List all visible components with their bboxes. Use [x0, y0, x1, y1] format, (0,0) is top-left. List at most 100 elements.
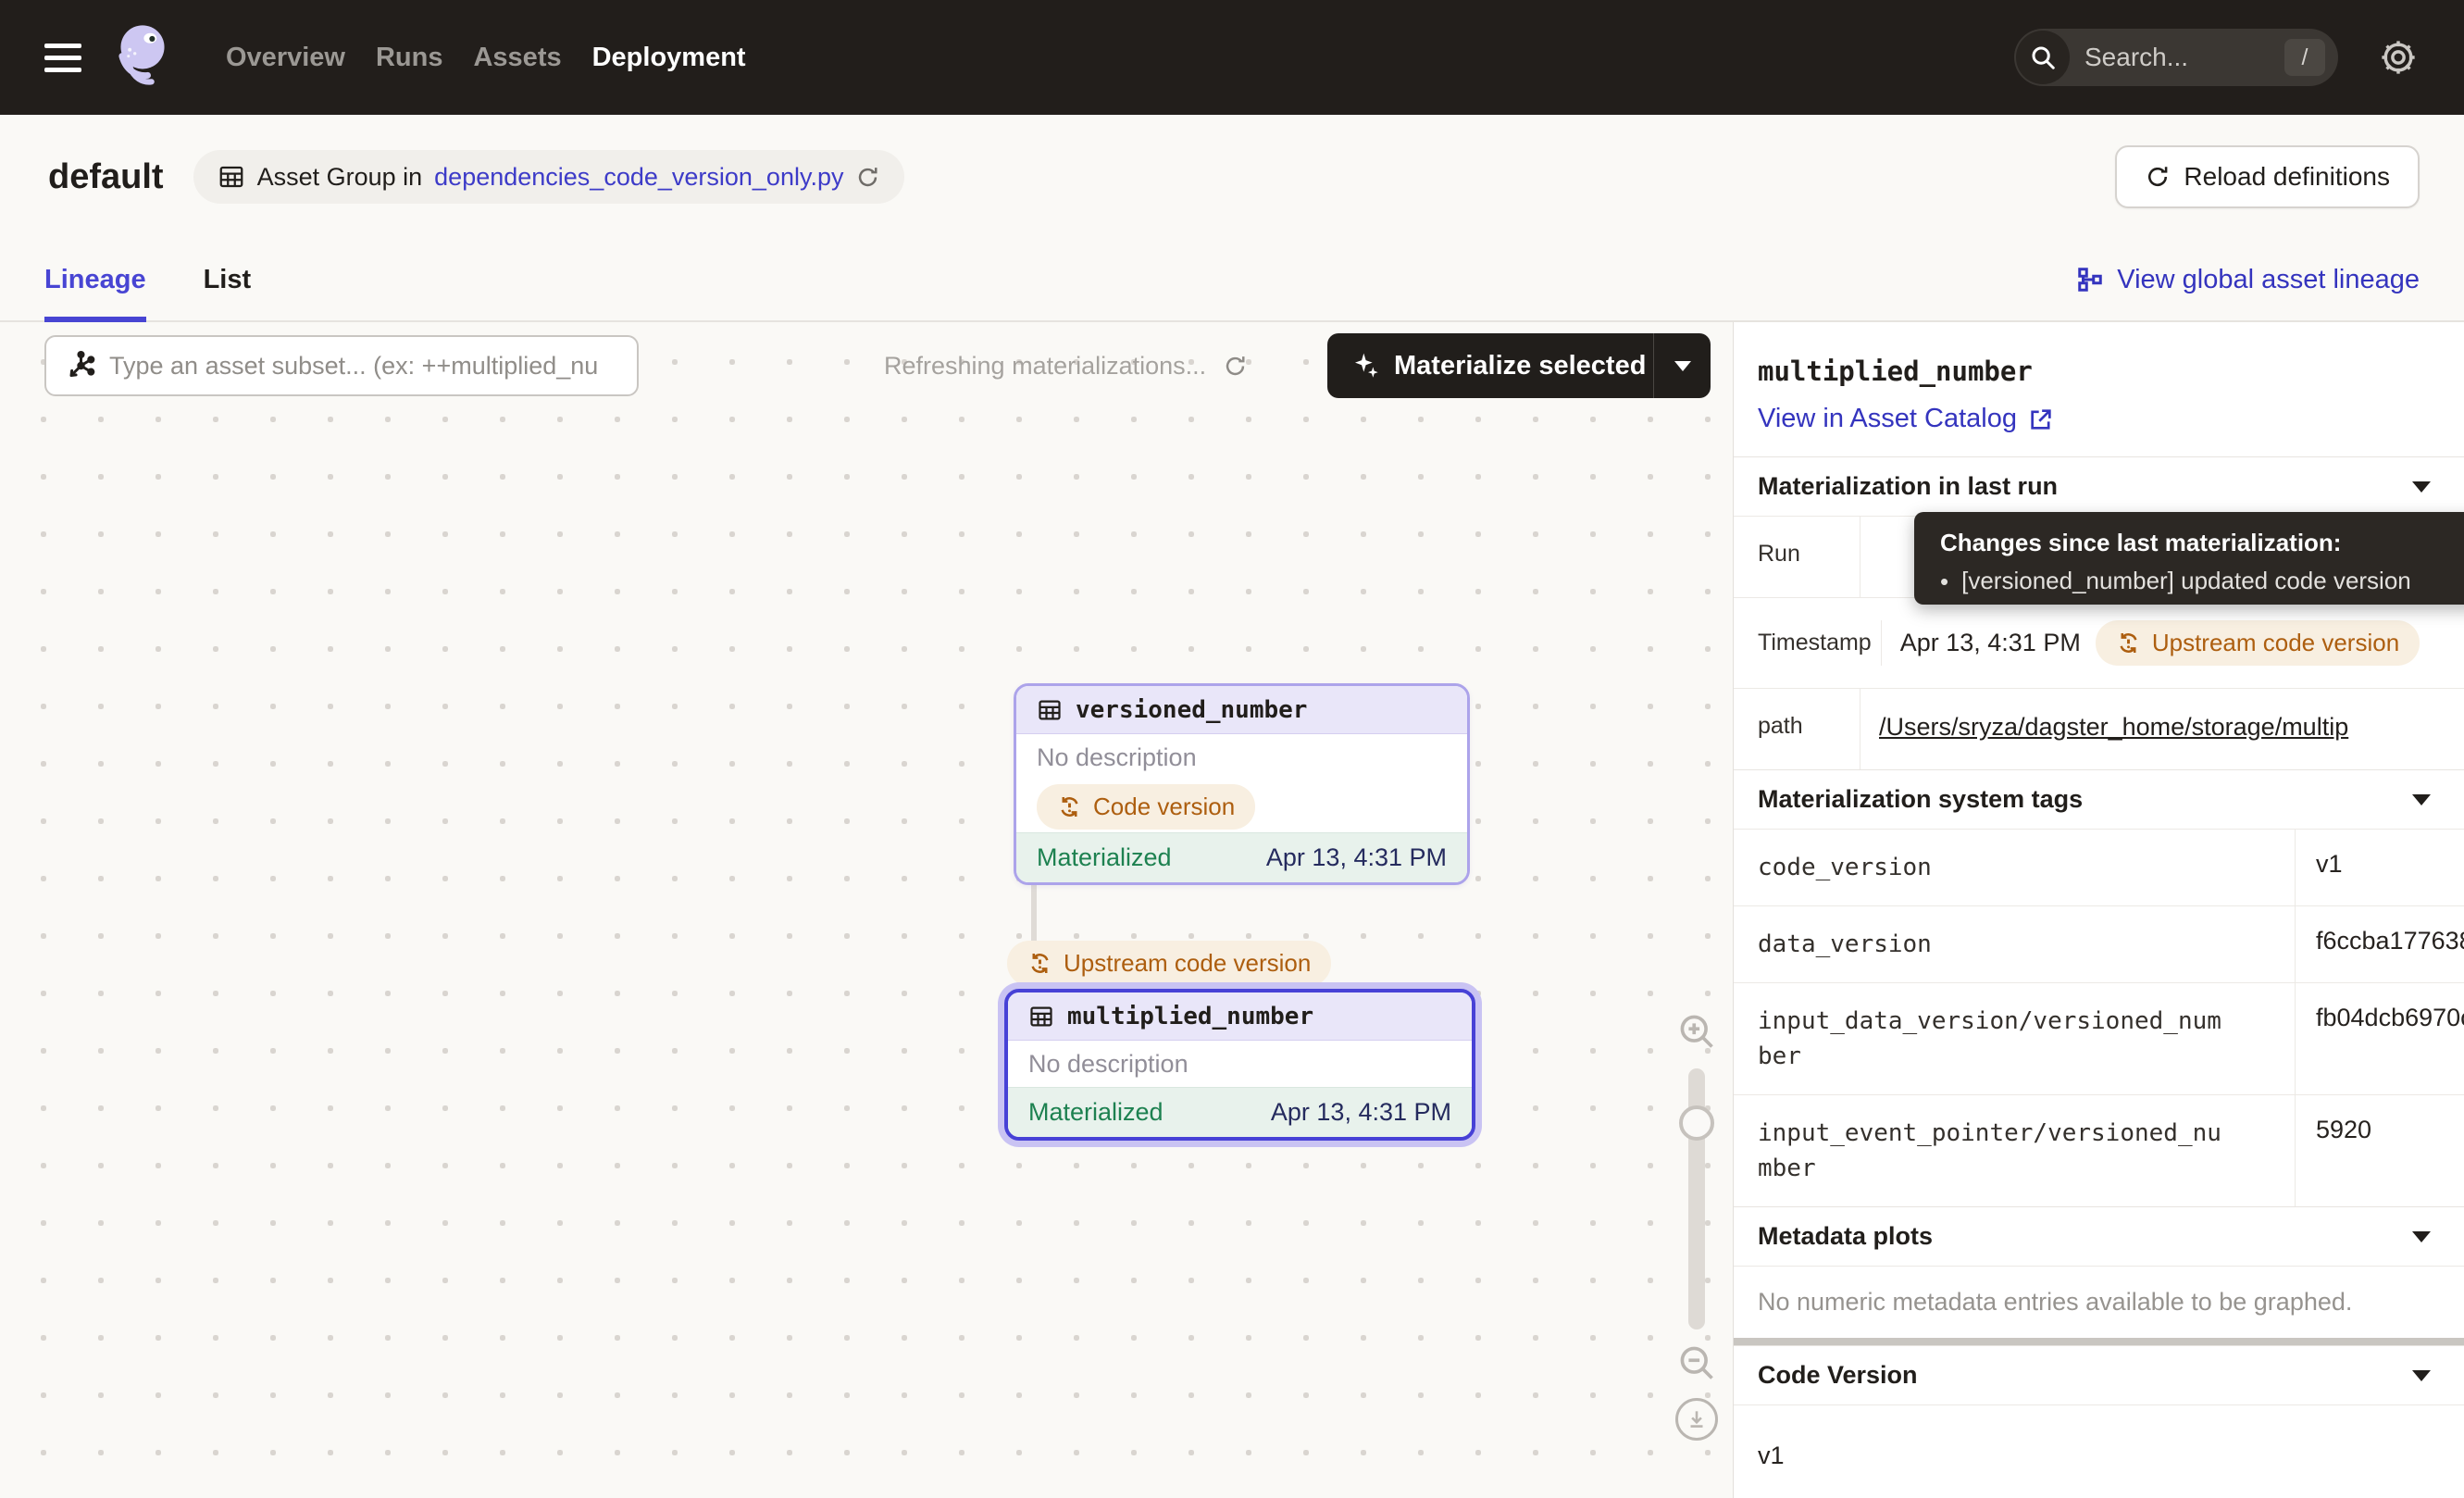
- graph-zoom-controls: [1668, 1011, 1725, 1441]
- asset-node-versioned-number[interactable]: versioned_number No description Code ver…: [1014, 683, 1470, 885]
- upstream-chip-label: Upstream code version: [2152, 629, 2399, 657]
- run-label: Run: [1734, 517, 1860, 597]
- zoom-in-icon[interactable]: [1676, 1011, 1717, 1052]
- section-metadata-plots[interactable]: Metadata plots: [1734, 1206, 2464, 1266]
- asset-details-panel: multiplied_number View in Asset Catalog …: [1733, 322, 2464, 1498]
- tag-key: data_version: [1734, 906, 2295, 982]
- view-global-asset-lineage-link[interactable]: View global asset lineage: [2076, 265, 2420, 295]
- tabs-row: Lineage List View global asset lineage: [0, 239, 2464, 322]
- reload-definitions-label: Reload definitions: [2184, 162, 2390, 192]
- materialized-status: Materialized: [1037, 843, 1172, 872]
- reload-icon: [2145, 164, 2171, 190]
- section-title: Code Version: [1758, 1361, 1918, 1390]
- changed-code-version-icon: [2116, 630, 2141, 655]
- refreshing-label: Refreshing materializations...: [884, 352, 1206, 381]
- asset-node-header: versioned_number: [1016, 686, 1467, 734]
- tag-key: input_data_version/versioned_number: [1734, 983, 2295, 1094]
- materialization-path-link[interactable]: /Users/sryza/dagster_home/storage/multip: [1879, 713, 2348, 742]
- asset-graph-canvas[interactable]: Refreshing materializations... Materiali…: [0, 322, 1733, 1498]
- asset-description: No description: [1008, 1041, 1472, 1087]
- upstream-chip-label: Upstream code version: [1064, 949, 1311, 978]
- table-row: input_event_pointer/versioned_number 592…: [1734, 1094, 2464, 1206]
- navbar-left: Overview Runs Assets Deployment: [44, 19, 746, 96]
- dagster-app: Overview Runs Assets Deployment /: [0, 0, 2464, 1498]
- tabs: Lineage List: [44, 239, 251, 320]
- dagster-logo-icon[interactable]: [109, 19, 176, 96]
- table-row: Timestamp Apr 13, 4:31 PM Ups: [1734, 597, 2464, 688]
- tag-value: fb04dcb6970c: [2295, 983, 2464, 1094]
- materialize-dropdown-button[interactable]: [1653, 333, 1711, 398]
- asset-node-multiplied-number[interactable]: multiplied_number No description Materia…: [1004, 989, 1475, 1141]
- global-search[interactable]: /: [2014, 29, 2338, 86]
- upstream-chip[interactable]: Upstream code version: [1007, 941, 1331, 986]
- materialize-selected-label: Materialize selected: [1394, 351, 1646, 381]
- tag-key: input_event_pointer/versioned_number: [1734, 1095, 2295, 1206]
- zoom-slider[interactable]: [1688, 1068, 1705, 1329]
- section-code-version[interactable]: Code Version: [1734, 1345, 2464, 1404]
- section-system-tags[interactable]: Materialization system tags: [1734, 769, 2464, 829]
- view-global-asset-lineage-label: View global asset lineage: [2117, 265, 2420, 295]
- tag-key: code_version: [1734, 830, 2295, 905]
- selected-asset-title: multiplied_number: [1758, 356, 2440, 387]
- external-link-icon: [2028, 406, 2054, 432]
- table-row: code_version v1: [1734, 829, 2464, 905]
- code-location-link[interactable]: dependencies_code_version_only.py: [434, 163, 843, 192]
- nav-runs[interactable]: Runs: [376, 43, 443, 73]
- tooltip-title: Changes since last materialization:: [1940, 529, 2464, 557]
- table-grid-icon: [1037, 697, 1063, 723]
- asset-group-badge[interactable]: Asset Group in dependencies_code_version…: [193, 150, 905, 204]
- nav-assets[interactable]: Assets: [473, 43, 561, 73]
- chevron-down-icon: [2412, 481, 2431, 493]
- table-row: path /Users/sryza/dagster_home/storage/m…: [1734, 688, 2464, 769]
- view-in-asset-catalog-link[interactable]: View in Asset Catalog: [1758, 404, 2054, 434]
- materialized-timestamp: Apr 13, 4:31 PM: [1266, 843, 1447, 872]
- code-version-chip[interactable]: Code version: [1037, 784, 1255, 830]
- zoom-out-icon[interactable]: [1676, 1342, 1717, 1383]
- page-header-left: default Asset Group in dependencies_code…: [48, 150, 904, 204]
- upstream-code-version-chip[interactable]: Upstream code version: [2096, 620, 2420, 666]
- changes-tooltip: Changes since last materialization: • [v…: [1914, 512, 2464, 605]
- lineage-graph-icon: [2076, 266, 2104, 293]
- timestamp-text: Apr 13, 4:31 PM: [1900, 629, 2081, 657]
- settings-gear-icon[interactable]: [2377, 36, 2420, 79]
- tab-lineage[interactable]: Lineage: [44, 239, 146, 320]
- tooltip-item-text: [versioned_number] updated code version: [1961, 567, 2411, 595]
- table-grid-icon: [218, 163, 245, 191]
- download-graph-button[interactable]: [1675, 1398, 1718, 1441]
- materialize-main[interactable]: Materialize selected: [1327, 351, 1653, 381]
- search-input[interactable]: [2083, 42, 2284, 73]
- materialize-selected-button[interactable]: Materialize selected: [1327, 333, 1711, 398]
- path-label: path: [1734, 689, 1860, 769]
- section-title: Materialization in last run: [1758, 472, 2058, 501]
- section-title: Materialization system tags: [1758, 785, 2083, 814]
- reload-definitions-button[interactable]: Reload definitions: [2115, 145, 2420, 208]
- asset-name: multiplied_number: [1067, 1003, 1313, 1030]
- timestamp-label: Timestamp: [1734, 630, 1881, 656]
- timestamp-value: Apr 13, 4:31 PM Upstream code version: [1881, 620, 2464, 666]
- refreshing-icon[interactable]: [1223, 354, 1248, 379]
- menu-icon[interactable]: [44, 44, 81, 72]
- section-title: Metadata plots: [1758, 1222, 1933, 1251]
- table-grid-icon: [1028, 1004, 1054, 1030]
- navbar-right: /: [2014, 29, 2420, 86]
- section-materialization-last-run[interactable]: Materialization in last run: [1734, 456, 2464, 516]
- table-row: input_data_version/versioned_number fb04…: [1734, 982, 2464, 1094]
- metadata-empty-message: No numeric metadata entries available to…: [1734, 1266, 2464, 1338]
- zoom-slider-handle[interactable]: [1679, 1105, 1714, 1141]
- badge-refresh-icon[interactable]: [855, 165, 880, 190]
- asset-description: No description: [1016, 734, 1467, 780]
- code-version-value: v1: [1734, 1404, 2464, 1498]
- chevron-down-icon: [2412, 1231, 2431, 1242]
- asset-subset-filter[interactable]: [44, 335, 639, 396]
- search-icon: [2016, 31, 2070, 84]
- nav-overview[interactable]: Overview: [226, 43, 345, 73]
- tab-list[interactable]: List: [204, 239, 252, 320]
- changed-code-version-icon: [1027, 951, 1052, 976]
- page-title: default: [48, 157, 164, 197]
- upstream-code-version-tag[interactable]: Upstream code version: [1007, 941, 1331, 986]
- system-tags-table: code_version v1 data_version f6ccba17763…: [1734, 829, 2464, 1206]
- asset-subset-input[interactable]: [107, 351, 620, 381]
- nav-deployment[interactable]: Deployment: [592, 43, 746, 73]
- chevron-down-icon: [2412, 794, 2431, 805]
- panel-top: multiplied_number View in Asset Catalog: [1734, 322, 2464, 456]
